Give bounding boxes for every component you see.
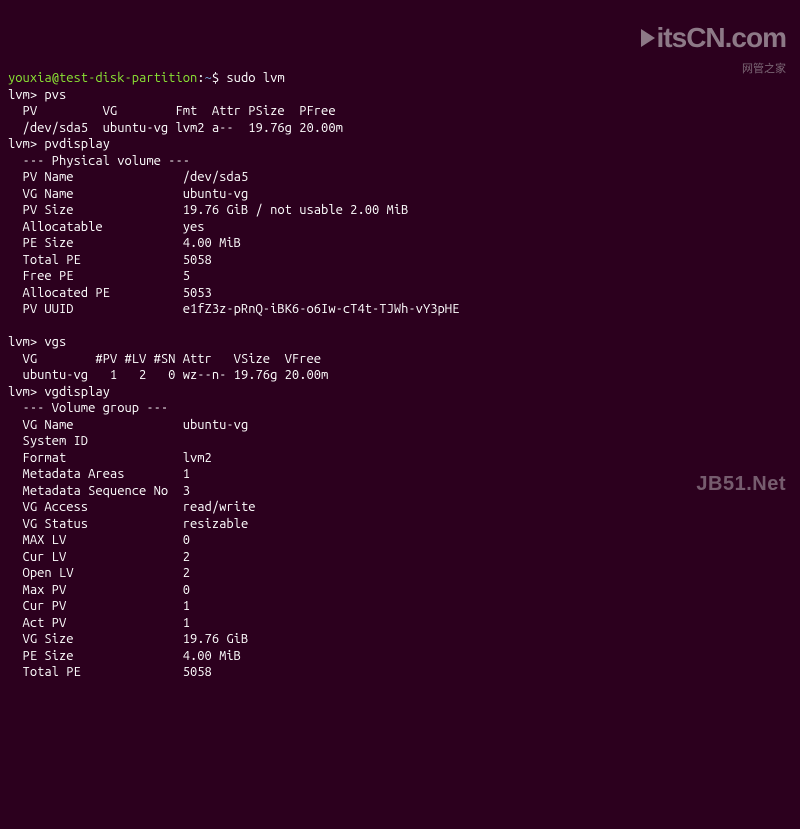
prompt-symbol: $ [212,71,219,85]
output-line: Max PV 0 [8,583,190,597]
lvm-command: vgs [44,335,66,349]
output-line: Free PE 5 [8,269,190,283]
output-line: PE Size 4.00 MiB [8,649,241,663]
prompt-user: youxia@test-disk-partition [8,71,197,85]
terminal-output[interactable]: youxia@test-disk-partition:~$ sudo lvm l… [8,70,792,681]
output-line: Open LV 2 [8,566,190,580]
output-line: PV UUID e1fZ3z-pRnQ-iBK6-o6Iw-cT4t-TJWh-… [8,302,459,316]
play-icon [641,29,655,47]
output-line: VG #PV #LV #SN Attr VSize VFree [8,352,321,366]
output-line: --- Physical volume --- [8,154,190,168]
output-line: Act PV 1 [8,616,190,630]
lvm-prompt: lvm> [8,88,37,102]
output-line: VG Size 19.76 GiB [8,632,248,646]
lvm-prompt: lvm> [8,385,37,399]
output-line: Cur LV 2 [8,550,190,564]
output-line: VG Status resizable [8,517,248,531]
output-line: Total PE 5058 [8,665,212,679]
output-line: PV Size 19.76 GiB / not usable 2.00 MiB [8,203,408,217]
output-line: Cur PV 1 [8,599,190,613]
output-line: VG Access read/write [8,500,256,514]
output-line: ubuntu-vg 1 2 0 wz--n- 19.76g 20.00m [8,368,328,382]
lvm-prompt: lvm> [8,335,37,349]
output-line: Allocatable yes [8,220,205,234]
lvm-command: pvs [44,88,66,102]
output-line: MAX LV 0 [8,533,190,547]
output-line: Allocated PE 5053 [8,286,212,300]
lvm-prompt: lvm> [8,137,37,151]
output-line: Format lvm2 [8,451,212,465]
output-line: Metadata Areas 1 [8,467,190,481]
lvm-command: vgdisplay [44,385,110,399]
lvm-command: pvdisplay [44,137,110,151]
output-line: PV VG Fmt Attr PSize PFree [8,104,336,118]
output-line: PE Size 4.00 MiB [8,236,241,250]
output-line: VG Name ubuntu-vg [8,187,248,201]
output-line: --- Volume group --- [8,401,168,415]
prompt-path: ~ [205,71,212,85]
output-line: VG Name ubuntu-vg [8,418,248,432]
output-line: System ID [8,434,88,448]
shell-command: sudo lvm [226,71,284,85]
output-line: Total PE 5058 [8,253,212,267]
output-line: PV Name /dev/sda5 [8,170,248,184]
output-line: Metadata Sequence No 3 [8,484,190,498]
watermark-brand: itsCN.com [657,21,786,52]
prompt-colon: : [197,71,204,85]
output-line: /dev/sda5 ubuntu-vg lvm2 a-- 19.76g 20.0… [8,121,343,135]
